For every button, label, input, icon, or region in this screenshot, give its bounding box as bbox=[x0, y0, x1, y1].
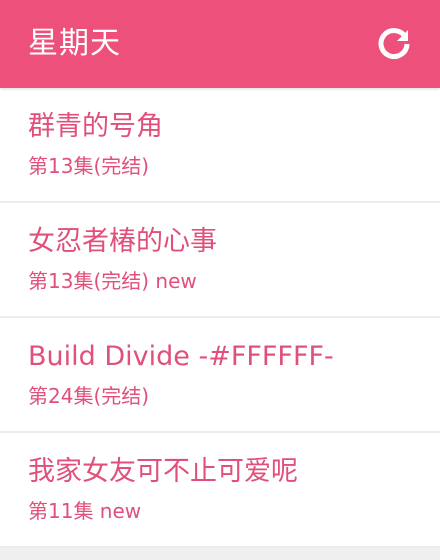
list-item[interactable]: 我家女友可不止可爱呢 第11集 new bbox=[0, 433, 440, 548]
item-episode: 第24集(完结) bbox=[28, 384, 150, 408]
anime-list: 群青的号角 第13集(完结) 女忍者椿的心事 第13集(完结) new Buil… bbox=[0, 88, 440, 548]
list-item[interactable]: 女忍者椿的心事 第13集(完结) new bbox=[0, 203, 440, 318]
app-header: 星期天 bbox=[0, 0, 440, 88]
item-title: Build Divide -#FFFFFF- bbox=[28, 341, 334, 372]
item-episode: 第13集(完结) new bbox=[28, 269, 197, 293]
app-frame: 星期天 群青的号角 第13集(完结) 女忍者椿的心事 第13集(完结) new … bbox=[0, 0, 440, 560]
item-episode: 第11集 new bbox=[28, 499, 142, 523]
item-title: 女忍者椿的心事 bbox=[28, 226, 217, 257]
refresh-icon bbox=[378, 28, 410, 60]
refresh-button[interactable] bbox=[372, 22, 416, 66]
page-title: 星期天 bbox=[28, 26, 121, 61]
list-item[interactable]: Build Divide -#FFFFFF- 第24集(完结) bbox=[0, 318, 440, 433]
item-episode: 第13集(完结) bbox=[28, 154, 150, 178]
item-title: 群青的号角 bbox=[28, 111, 163, 142]
item-title: 我家女友可不止可爱呢 bbox=[28, 456, 298, 487]
list-item[interactable]: 群青的号角 第13集(完结) bbox=[0, 88, 440, 203]
